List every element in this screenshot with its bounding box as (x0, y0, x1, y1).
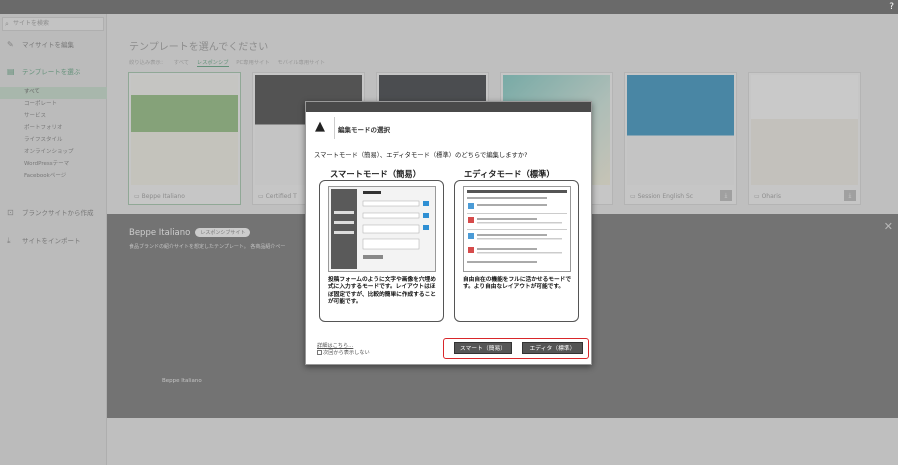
top-bar: ? (0, 0, 898, 14)
dialog-header-bar (306, 102, 591, 112)
divider (334, 117, 335, 139)
dialog-question: スマートモード（簡易）、エディタモード（標準）のどちらで編集しますか? (314, 152, 528, 159)
smart-mode-heading: スマートモード（簡易） (330, 169, 422, 179)
dont-show-again-checkbox[interactable]: 次回から表示しない (317, 349, 370, 356)
warning-icon: ▲ (315, 119, 325, 134)
help-icon[interactable]: ? (878, 1, 894, 13)
editor-mode-description: 自由自在の機能をフルに活かせるモードです。より自由なレイアウトが可能です。 (463, 277, 572, 291)
editor-mode-panel: 自由自在の機能をフルに活かせるモードです。より自由なレイアウトが可能です。 (454, 180, 579, 322)
smart-mode-button[interactable]: スマート（簡易） (454, 342, 512, 354)
edit-mode-dialog: ▲ 編集モードの選択 スマートモード（簡易）、エディタモード（標準）のどちらで編… (305, 101, 592, 365)
smart-mode-panel: 投稿フォームのように文字や画像を穴埋め式に入力するモードです。レイアウトはほぼ固… (319, 180, 444, 322)
dont-show-label: 次回から表示しない (323, 350, 370, 356)
checkbox-icon[interactable] (317, 350, 322, 355)
smart-mode-preview (328, 186, 436, 272)
editor-mode-button[interactable]: エディタ（標準） (522, 342, 583, 354)
dialog-title: 編集モードの選択 (338, 126, 390, 134)
editor-mode-preview (463, 186, 571, 272)
details-link[interactable]: 詳細はこちら… (317, 342, 353, 349)
editor-mode-heading: エディタモード（標準） (464, 169, 555, 179)
mode-button-group: スマート（簡易） エディタ（標準） (443, 338, 589, 359)
smart-mode-description: 投稿フォームのように文字や画像を穴埋め式に入力するモードです。レイアウトはほぼ固… (328, 277, 436, 305)
